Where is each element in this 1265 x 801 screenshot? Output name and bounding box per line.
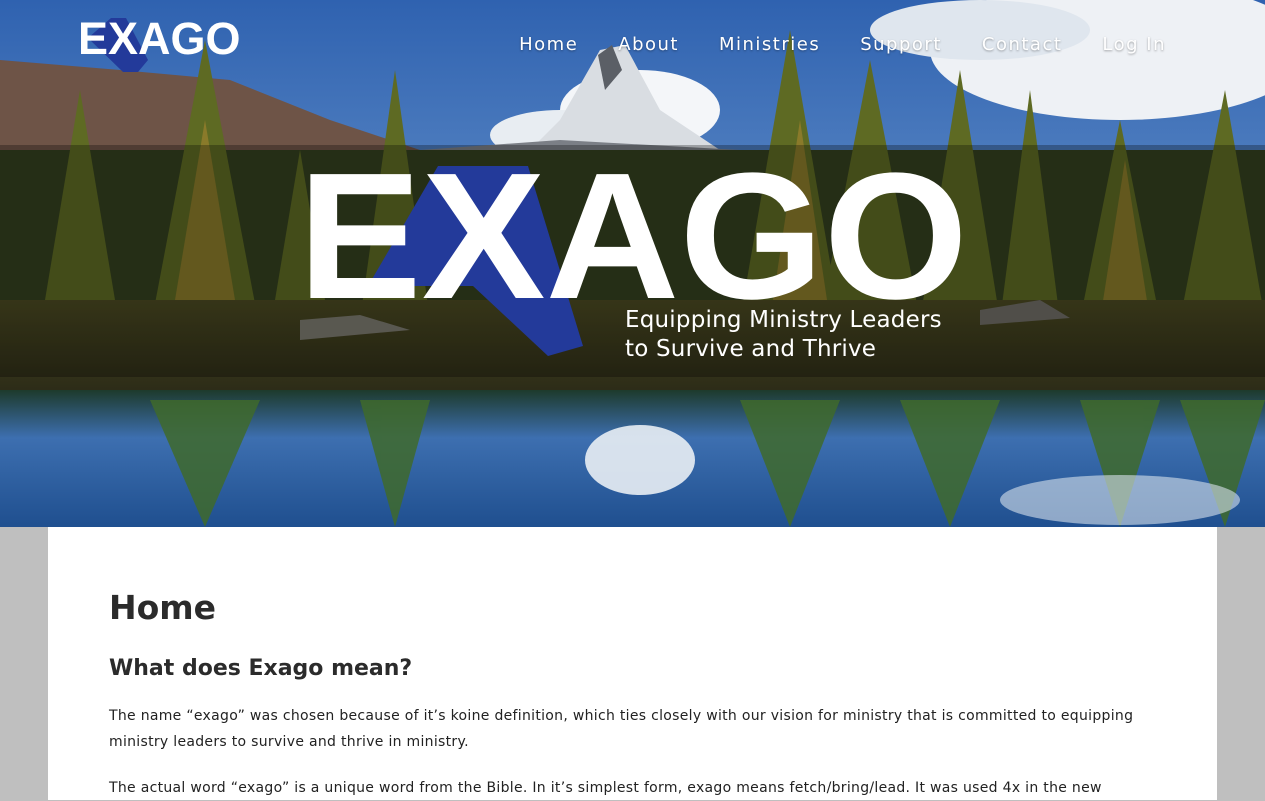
page-title: Home: [109, 588, 217, 627]
tagline-line-2: to Survive and Thrive: [625, 336, 877, 362]
content-card: Home What does Exago mean? The name “exa…: [48, 527, 1217, 800]
nav-home[interactable]: Home: [519, 34, 578, 55]
nav-contact[interactable]: Contact: [982, 34, 1063, 55]
main-nav: Home About Ministries Support Contact Lo…: [519, 34, 1166, 55]
hero-tagline: Equipping Ministry Leaders to Survive an…: [625, 306, 942, 364]
logo-text: EXAGO: [78, 16, 241, 64]
section-heading: What does Exago mean?: [109, 656, 413, 681]
exago-nav-logo[interactable]: EXAGO: [78, 16, 278, 74]
nav-ministries[interactable]: Ministries: [719, 34, 820, 55]
paragraph-2: The actual word “exago” is a unique word…: [109, 780, 1102, 796]
hero-banner: EXAGO Home About Ministries Support Cont…: [0, 0, 1265, 527]
paragraph-1: The name “exago” was chosen because of i…: [109, 708, 1134, 750]
nav-support[interactable]: Support: [860, 34, 942, 55]
tagline-line-1: Equipping Ministry Leaders: [625, 307, 942, 333]
nav-login[interactable]: Log In: [1102, 34, 1166, 55]
nav-about[interactable]: About: [618, 34, 679, 55]
